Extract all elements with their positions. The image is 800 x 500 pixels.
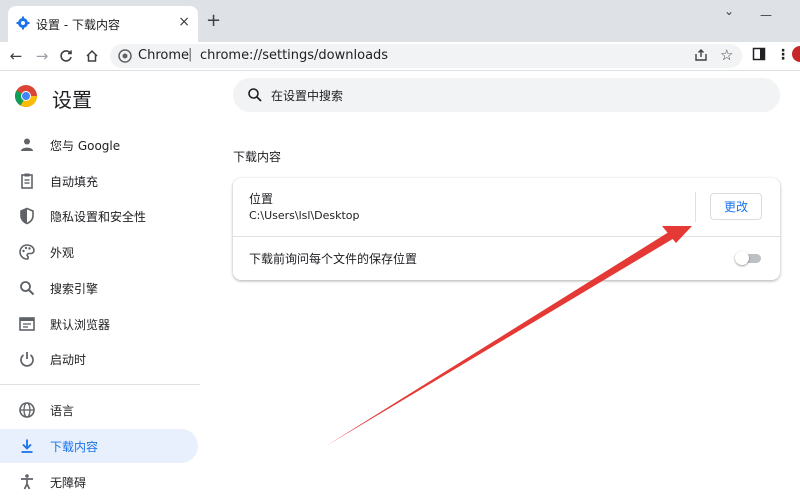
annotation-arrow bbox=[326, 226, 692, 446]
